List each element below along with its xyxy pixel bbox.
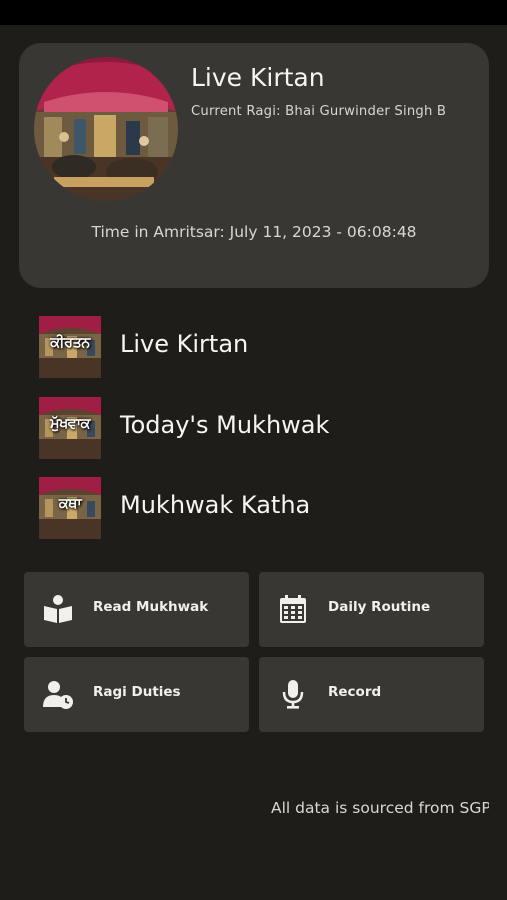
katha-thumbnail: ਕਥਾ bbox=[39, 477, 101, 539]
record-label: Record bbox=[328, 684, 382, 700]
ragi-duties-button[interactable]: Ragi Duties bbox=[24, 657, 249, 732]
kirtan-gurmukhi-text: ਕੀਰਤਨ bbox=[50, 335, 90, 351]
ragi-duties-label: Ragi Duties bbox=[93, 684, 181, 700]
menu-item-todays-mukhwak[interactable]: ਮੁੱਖਵਾਕ Today's Mukhwak bbox=[39, 397, 479, 459]
menu-label-todays-mukhwak: Today's Mukhwak bbox=[120, 411, 330, 439]
hero-title: Live Kirtan bbox=[191, 63, 325, 92]
data-source-text: All data is sourced from SGPC bbox=[271, 799, 489, 817]
status-bar bbox=[0, 0, 507, 25]
mukhwak-gurmukhi-text: ਮੁੱਖਵਾਕ bbox=[50, 416, 90, 432]
daily-routine-label: Daily Routine bbox=[328, 599, 431, 615]
record-button[interactable]: Record bbox=[259, 657, 484, 732]
read-mukhwak-label: Read Mukhwak bbox=[93, 599, 209, 615]
daily-routine-button[interactable]: Daily Routine bbox=[259, 572, 484, 647]
current-ragi-text: Current Ragi: Bhai Gurwinder Singh B bbox=[191, 104, 447, 119]
mukhwak-thumbnail: ਮੁੱਖਵਾਕ bbox=[39, 397, 101, 459]
read-mukhwak-button[interactable]: Read Mukhwak bbox=[24, 572, 249, 647]
user-clock-icon bbox=[43, 681, 73, 709]
golden-temple-image bbox=[34, 57, 178, 201]
live-kirtan-card[interactable]: Live Kirtan Current Ragi: Bhai Gurwinder… bbox=[19, 43, 489, 288]
microphone-icon bbox=[282, 680, 304, 709]
menu-label-mukhwak-katha: Mukhwak Katha bbox=[120, 491, 311, 519]
menu-item-live-kirtan[interactable]: ਕੀਰਤਨ Live Kirtan bbox=[39, 316, 479, 378]
live-kirtan-thumbnail: ਕੀਰਤਨ bbox=[39, 316, 101, 378]
katha-gurmukhi-text: ਕਥਾ bbox=[58, 496, 82, 512]
calendar-icon bbox=[280, 595, 306, 623]
amritsar-time-text: Time in Amritsar: July 11, 2023 - 06:08:… bbox=[91, 223, 417, 241]
menu-item-mukhwak-katha[interactable]: ਕਥਾ Mukhwak Katha bbox=[39, 477, 479, 539]
book-reader-icon bbox=[44, 595, 72, 623]
menu-label-live-kirtan: Live Kirtan bbox=[120, 330, 249, 358]
